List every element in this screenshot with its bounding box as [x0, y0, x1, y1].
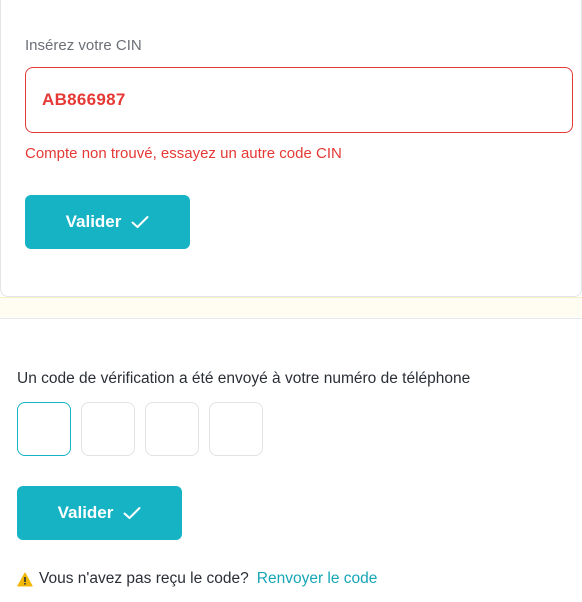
resend-prompt: Vous n'avez pas reçu le code?: [39, 570, 249, 587]
cin-label: Insérez votre CIN: [25, 37, 142, 54]
cin-error-message: Compte non trouvé, essayez un autre code…: [25, 145, 342, 162]
verification-code-inputs: [17, 402, 263, 456]
resend-code-link[interactable]: Renvoyer le code: [257, 570, 378, 588]
cin-submit-label: Valider: [65, 212, 122, 231]
verification-submit-button[interactable]: Valider: [17, 486, 182, 540]
section-separator: [0, 297, 582, 317]
divider: [0, 318, 582, 319]
cin-submit-button[interactable]: Valider: [25, 195, 190, 249]
warning-icon: [17, 572, 33, 587]
verification-submit-label: Valider: [57, 503, 114, 522]
code-digit-input-4[interactable]: [209, 402, 263, 456]
code-digit-input-3[interactable]: [145, 402, 199, 456]
check-icon: [131, 215, 149, 229]
code-digit-input-1[interactable]: [17, 402, 71, 456]
verification-message: Un code de vérification a été envoyé à v…: [17, 370, 471, 387]
cin-input-value: AB866987: [42, 90, 126, 109]
code-digit-input-2[interactable]: [81, 402, 135, 456]
cin-input[interactable]: AB866987: [25, 67, 573, 133]
check-icon: [123, 506, 141, 520]
resend-row: Vous n'avez pas reçu le code? Renvoyer l…: [17, 570, 377, 588]
page: Insérez votre CIN AB866987 Compte non tr…: [0, 0, 582, 602]
